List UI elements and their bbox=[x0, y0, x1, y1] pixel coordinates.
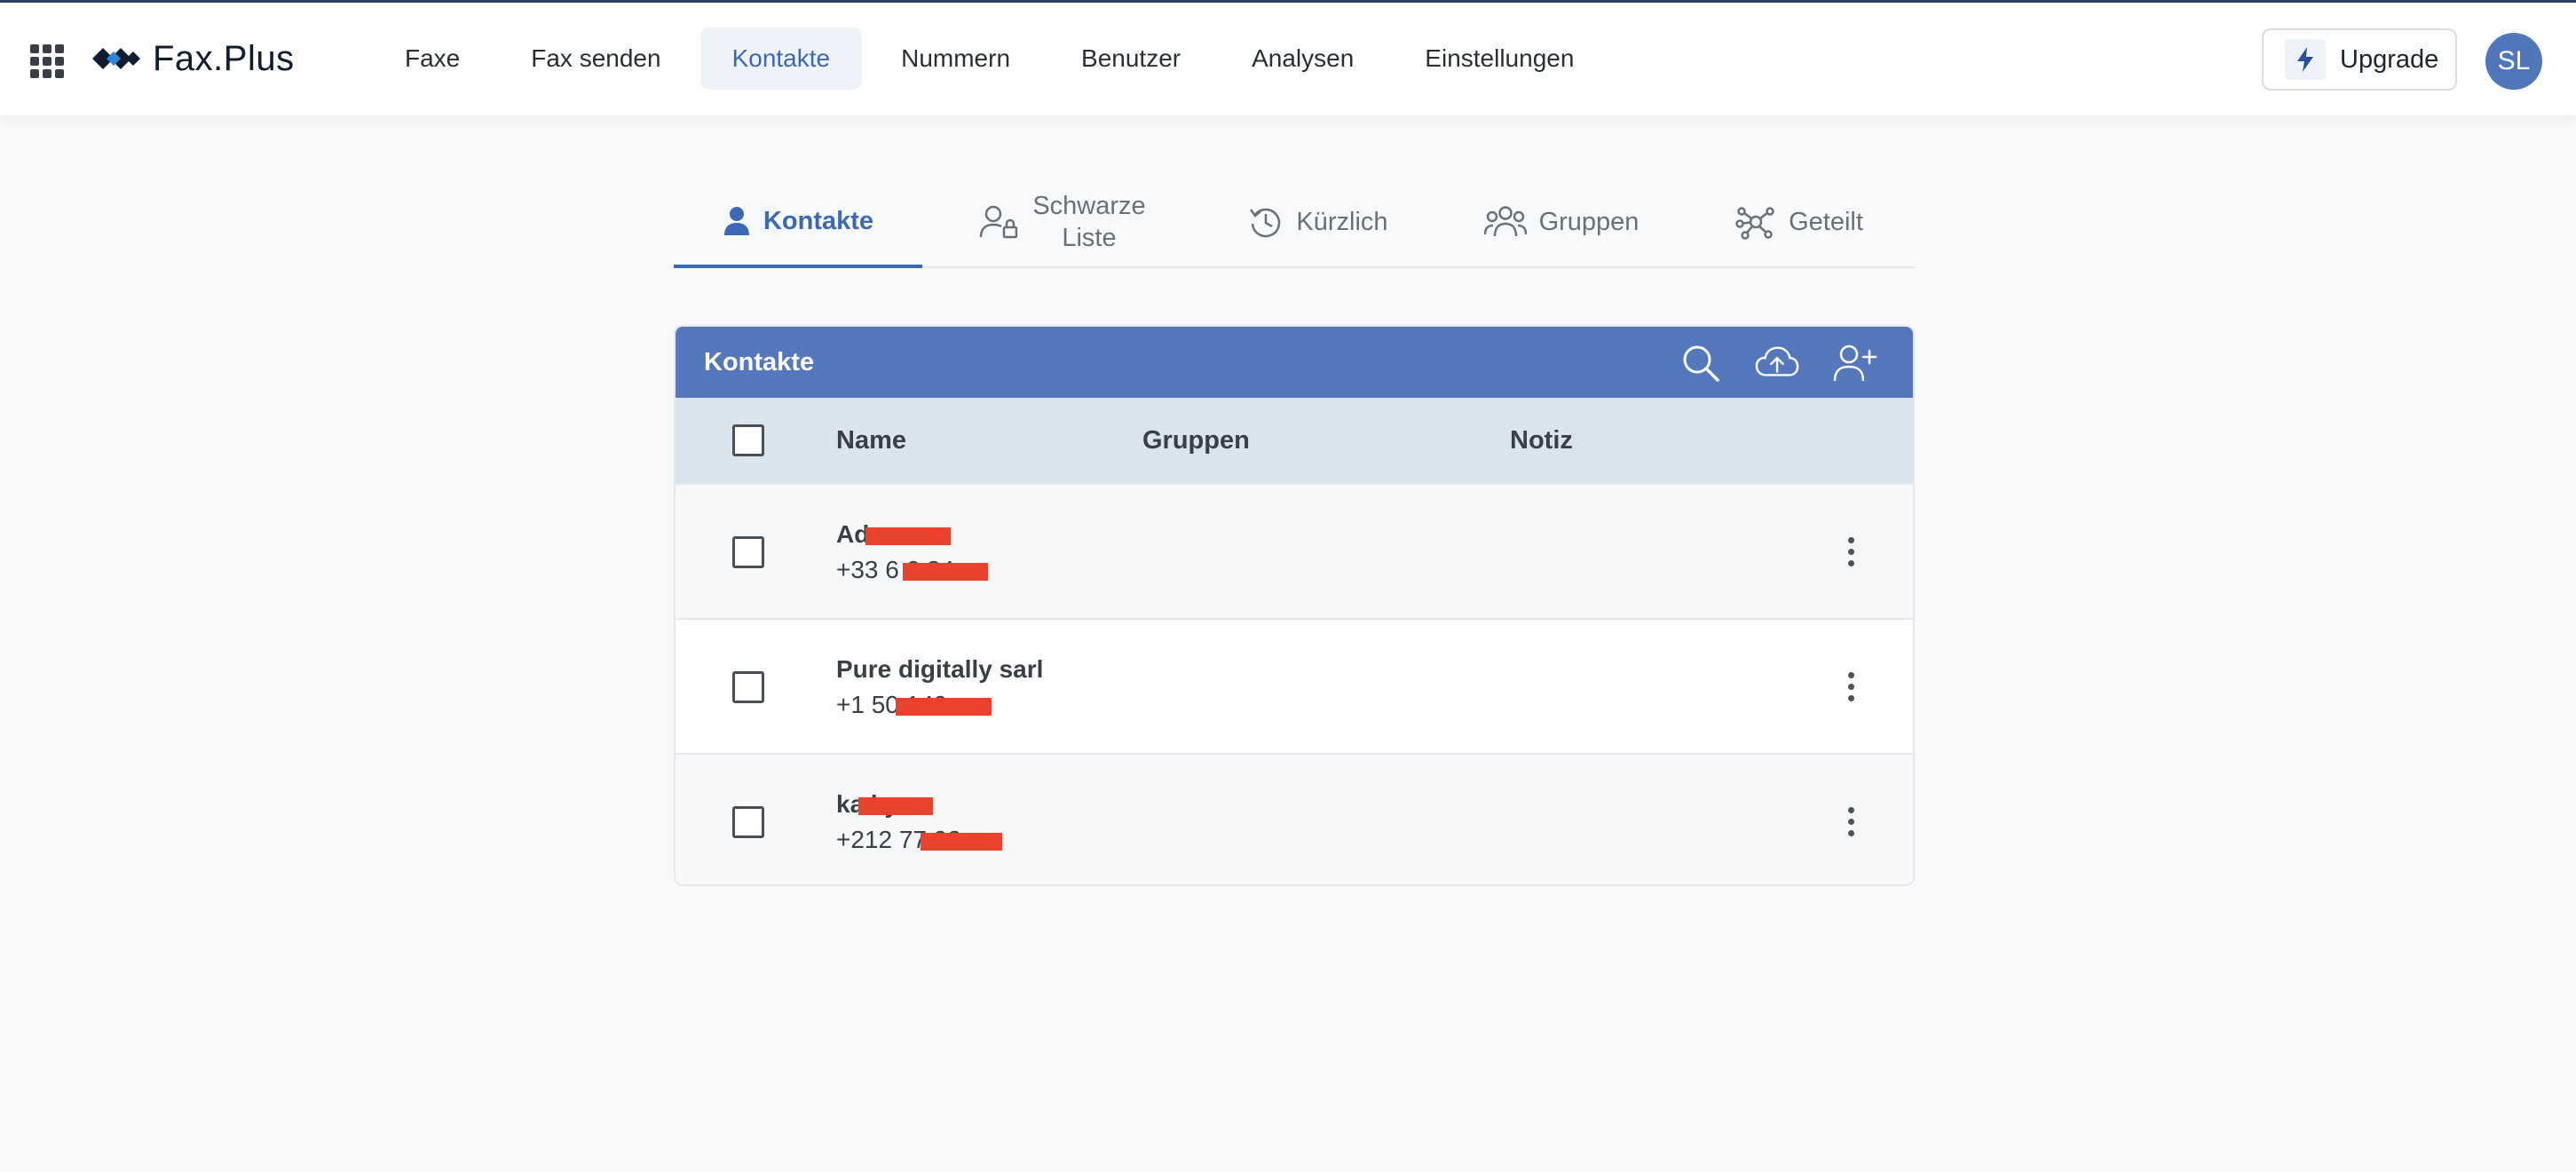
column-header-note[interactable]: Notiz bbox=[1510, 398, 1573, 483]
tab-kontakte[interactable]: Kontakte bbox=[674, 178, 922, 268]
redaction-mark bbox=[896, 698, 992, 716]
tab-kontakte-label: Kontakte bbox=[763, 206, 874, 235]
redaction-mark bbox=[858, 797, 933, 815]
fax-plus-logo-icon bbox=[92, 48, 140, 69]
tab-schwarze-liste[interactable]: Schwarze Liste bbox=[947, 178, 1178, 266]
person-lock-icon bbox=[980, 205, 1018, 239]
contact-name: Pure digitally sarl bbox=[836, 655, 1044, 683]
row-checkbox[interactable] bbox=[732, 671, 764, 703]
redaction-mark bbox=[865, 527, 951, 545]
upgrade-button[interactable]: Upgrade bbox=[2262, 28, 2457, 91]
logo-text: Fax.Plus bbox=[153, 38, 295, 78]
contacts-card-title: Kontakte bbox=[704, 347, 815, 376]
history-icon bbox=[1250, 208, 1281, 238]
tab-geteilt[interactable]: Geteilt bbox=[1684, 178, 1915, 266]
row-menu-icon[interactable] bbox=[1831, 802, 1870, 841]
tab-schwarze-liste-label-line2: Liste bbox=[1062, 224, 1117, 252]
lightning-icon bbox=[2285, 39, 2326, 80]
nav-item-nummern[interactable]: Nummern bbox=[869, 28, 1042, 90]
tab-schwarze-liste-label-line1: Schwarze bbox=[1032, 192, 1146, 220]
table-header: Name Gruppen Notiz bbox=[676, 398, 1913, 483]
redaction-mark bbox=[903, 563, 988, 581]
apps-grid-icon[interactable] bbox=[30, 44, 64, 78]
contacts-card-header: Kontakte bbox=[676, 327, 1913, 398]
people-icon bbox=[1483, 206, 1527, 237]
row-menu-icon[interactable] bbox=[1831, 667, 1870, 706]
main-nav: Faxe Fax senden Kontakte Nummern Benutze… bbox=[373, 28, 1613, 90]
tab-kuerzlich-label: Kürzlich bbox=[1296, 207, 1388, 236]
person-icon bbox=[723, 207, 749, 235]
table-row[interactable]: ka ky +212 77 92 bbox=[676, 753, 1913, 884]
tab-kuerzlich[interactable]: Kürzlich bbox=[1203, 178, 1434, 266]
select-all-checkbox[interactable] bbox=[732, 424, 764, 456]
tab-geteilt-label: Geteilt bbox=[1789, 207, 1863, 236]
contact-tabs: Kontakte Schwarze Liste Kürzlich Gruppen… bbox=[674, 178, 1915, 268]
tab-gruppen-label: Gruppen bbox=[1538, 207, 1640, 236]
nav-item-benutzer[interactable]: Benutzer bbox=[1049, 28, 1213, 90]
table-row[interactable]: Pure digitally sarl +1 50 149 bbox=[676, 618, 1913, 753]
table-row[interactable]: Ad o +33 6 6 34 bbox=[676, 483, 1913, 618]
nav-item-einstellungen[interactable]: Einstellungen bbox=[1393, 28, 1606, 90]
cloud-upload-icon[interactable] bbox=[1755, 341, 1799, 385]
row-menu-icon[interactable] bbox=[1831, 532, 1870, 571]
share-network-icon bbox=[1735, 207, 1774, 240]
top-navigation-bar: Fax.Plus Faxe Fax senden Kontakte Nummer… bbox=[0, 3, 2576, 115]
row-checkbox[interactable] bbox=[732, 536, 764, 568]
person-add-icon[interactable] bbox=[1833, 341, 1877, 385]
tab-gruppen[interactable]: Gruppen bbox=[1446, 178, 1677, 266]
contacts-card: Kontakte Name Gruppen Notiz Ad o +33 6 6… bbox=[674, 325, 1915, 886]
column-header-groups[interactable]: Gruppen bbox=[1142, 398, 1250, 483]
user-avatar[interactable]: SL bbox=[2485, 33, 2542, 90]
upgrade-label: Upgrade bbox=[2340, 44, 2439, 74]
nav-item-fax-senden[interactable]: Fax senden bbox=[499, 28, 692, 90]
redaction-mark bbox=[921, 833, 1002, 851]
fax-plus-logo[interactable]: Fax.Plus bbox=[91, 36, 295, 81]
column-header-name[interactable]: Name bbox=[836, 398, 906, 483]
row-checkbox[interactable] bbox=[732, 806, 764, 838]
nav-item-analysen[interactable]: Analysen bbox=[1220, 28, 1386, 90]
search-icon[interactable] bbox=[1679, 341, 1723, 385]
nav-item-kontakte[interactable]: Kontakte bbox=[699, 28, 863, 90]
nav-item-faxe[interactable]: Faxe bbox=[373, 28, 492, 90]
